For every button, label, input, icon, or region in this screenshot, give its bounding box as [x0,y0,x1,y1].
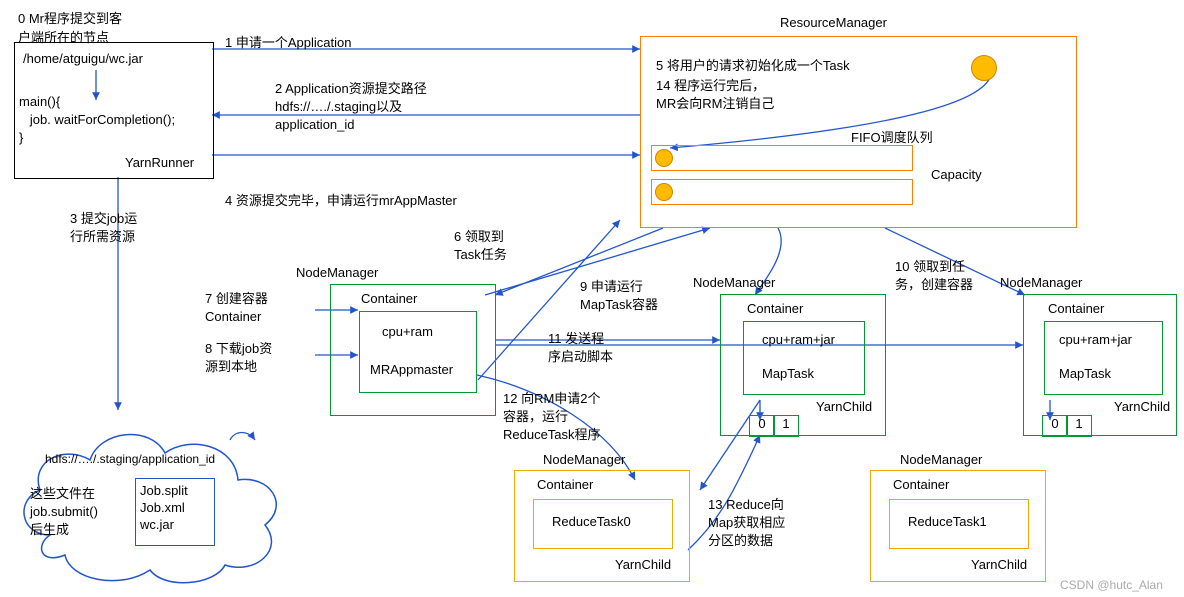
nm2-body: cpu+ram+jar [762,332,835,347]
nm5-box: Container ReduceTask1 YarnChild [870,470,1046,582]
nm4-task: ReduceTask0 [552,514,631,529]
rm-finish: 14 程序运行完后， MR会向RM注销自己 [656,77,774,113]
rm-taskinit: 5 将用户的请求初始化成一个Task [656,55,850,74]
nm3-inner: cpu+ram+jar MapTask [1044,321,1163,395]
nm3-p1: 1 [1066,415,1092,437]
nm2-child: YarnChild [816,399,872,414]
nm3-child: YarnChild [1114,399,1170,414]
rm-capacity: Capacity [931,167,982,182]
queue-item-1 [655,149,673,167]
nm1-title: NodeManager [296,265,378,280]
client-runner: YarnRunner [125,155,194,170]
nm1-inner: cpu+ram MRAppmaster [359,311,477,393]
step-11: 11 发送程 序启动脚本 [548,330,613,366]
nm4-container: Container [537,477,593,492]
nm5-container: Container [893,477,949,492]
nm3-body: cpu+ram+jar [1059,332,1132,347]
hdfs-path: hdfs://…./.staging/application_id [45,452,215,466]
nm3-task: MapTask [1059,366,1111,381]
nm4-box: Container ReduceTask0 YarnChild [514,470,690,582]
queue-slot-2 [651,179,913,205]
client-box: /home/atguigu/wc.jar main(){ job. waitFo… [14,42,214,179]
nm1-body: cpu+ram [382,324,433,339]
step-7: 7 创建容器 Container [205,290,268,326]
nm2-p0: 0 [749,415,775,437]
step-3: 3 提交job运 行所需资源 [70,210,137,246]
step-8: 8 下载job资 源到本地 [205,340,272,376]
nm4-title: NodeManager [543,452,625,467]
nm2-container: Container [747,301,803,316]
nm2-task: MapTask [762,366,814,381]
queue-label: FIFO调度队列 [851,127,933,146]
step-4: 4 资源提交完毕，申请运行mrAppMaster [225,190,457,209]
nm4-child: YarnChild [615,557,671,572]
client-code: main(){ job. waitForCompletion(); } [19,93,175,148]
hdfs-note: 这些文件在 job.submit() 后生成 [30,485,98,540]
queue-item-2 [655,183,673,201]
nm2-p1: 1 [773,415,799,437]
nm3-box: Container cpu+ram+jar MapTask YarnChild … [1023,294,1177,436]
nm3-title: NodeManager [1000,275,1082,290]
watermark: CSDN @hutc_Alan [1060,578,1163,592]
step-9: 9 申请运行 MapTask容器 [580,278,658,314]
nm4-inner: ReduceTask0 [533,499,673,549]
nm3-p0: 0 [1042,415,1068,437]
nm5-title: NodeManager [900,452,982,467]
nm2-title: NodeManager [693,275,775,290]
rm-title: ResourceManager [780,15,887,30]
nm2-inner: cpu+ram+jar MapTask [743,321,865,395]
nm1-task: MRAppmaster [370,362,453,377]
nm5-inner: ReduceTask1 [889,499,1029,549]
client-path: /home/atguigu/wc.jar [23,51,143,66]
task-circle [971,55,997,81]
nm3-container: Container [1048,301,1104,316]
nm5-task: ReduceTask1 [908,514,987,529]
step-13: 13 Reduce向 Map获取相应 分区的数据 [708,496,785,551]
nm2-box: Container cpu+ram+jar MapTask YarnChild … [720,294,886,436]
step-2: 2 Application资源提交路径 hdfs://…./.staging以及… [275,80,427,135]
nm5-child: YarnChild [971,557,1027,572]
rm-box: 5 将用户的请求初始化成一个Task 14 程序运行完后， MR会向RM注销自己… [640,36,1077,228]
client-title: 0 Mr程序提交到客 户端所在的节点 [18,8,122,46]
hdfs-files: Job.split Job.xml wc.jar [135,478,215,546]
nm1-container: Container [361,291,417,306]
step-12: 12 向RM申请2个 容器，运行 ReduceTask程序 [503,390,601,445]
step-6: 6 领取到 Task任务 [454,228,507,264]
nm1-box: Container cpu+ram MRAppmaster [330,284,496,416]
queue-slot-1 [651,145,913,171]
step-10: 10 领取到任 务，创建容器 [895,258,973,294]
step-1: 1 申请一个Application [225,32,351,51]
